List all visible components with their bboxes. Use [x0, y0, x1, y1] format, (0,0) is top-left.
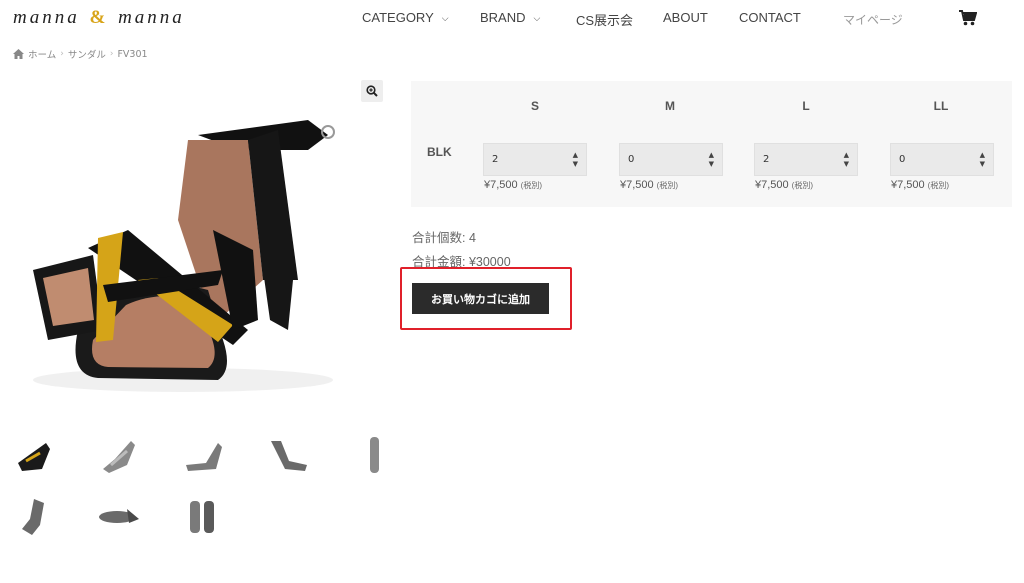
size-header-ll: LL [933, 99, 949, 113]
price-value: ¥7,500 [891, 179, 925, 191]
breadcrumb-current: FV301 [117, 48, 148, 60]
nav-contact[interactable]: CONTACT [739, 10, 801, 25]
price-value: ¥7,500 [484, 179, 518, 191]
quantity-stepper-m[interactable]: 0 ▲ ▼ [619, 143, 723, 176]
quantity-value: 0 [628, 154, 635, 165]
tax-note: (税別) [791, 181, 813, 190]
nav-brand[interactable]: BRAND ⌵ [480, 10, 540, 25]
product-thumbnail[interactable] [12, 433, 56, 477]
nav-category[interactable]: CATEGORY ⌵ [362, 10, 449, 25]
quantity-value: 2 [763, 154, 770, 165]
breadcrumb-separator: › [60, 49, 64, 59]
spinner-arrows-icon[interactable]: ▲ ▼ [573, 151, 578, 169]
price-ll: ¥7,500 (税別) [891, 179, 949, 191]
product-thumbnail[interactable] [182, 433, 226, 477]
tax-note: (税別) [927, 181, 949, 190]
product-thumbnail[interactable] [182, 495, 226, 539]
product-thumbnail[interactable] [97, 433, 141, 477]
breadcrumb-home[interactable]: ホーム [28, 47, 56, 61]
price-value: ¥7,500 [755, 179, 789, 191]
quantity-value: 2 [492, 154, 499, 165]
chevron-down-icon: ⌵ [533, 13, 541, 23]
chevron-down-icon: ⌵ [441, 13, 449, 23]
nav-about[interactable]: ABOUT [663, 10, 708, 25]
size-header-m: M [665, 99, 675, 113]
cart-icon[interactable] [959, 10, 978, 26]
product-main-image[interactable] [8, 80, 380, 420]
price-s: ¥7,500 (税別) [484, 179, 542, 191]
product-thumbnail[interactable] [352, 433, 396, 477]
main-nav: CATEGORY ⌵ BRAND ⌵ CS展示会 ABOUT CONTACT マイペ… [0, 10, 1024, 28]
product-thumbnail[interactable] [97, 495, 141, 539]
quantity-value: 0 [899, 154, 906, 165]
nav-exhibition[interactable]: CS展示会 [576, 10, 633, 29]
zoom-button[interactable] [361, 80, 383, 102]
spinner-arrows-icon[interactable]: ▲ ▼ [844, 151, 849, 169]
nav-mypage[interactable]: マイページ [843, 11, 903, 28]
total-count: 合計個数: 4 [412, 231, 476, 245]
nav-contact-label: CONTACT [739, 10, 801, 25]
breadcrumb-category[interactable]: サンダル [68, 47, 106, 61]
quantity-stepper-ll[interactable]: 0 ▲ ▼ [890, 143, 994, 176]
breadcrumb: ホーム › サンダル › FV301 [13, 47, 148, 61]
nav-category-label: CATEGORY [362, 10, 434, 25]
quantity-stepper-s[interactable]: 2 ▲ ▼ [483, 143, 587, 176]
quantity-stepper-l[interactable]: 2 ▲ ▼ [754, 143, 858, 176]
nav-brand-label: BRAND [480, 10, 526, 25]
nav-about-label: ABOUT [663, 10, 708, 25]
zoom-icon [366, 85, 378, 97]
price-m: ¥7,500 (税別) [620, 179, 678, 191]
spinner-arrows-icon[interactable]: ▲ ▼ [709, 151, 714, 169]
nav-exhibition-label: CS展示会 [576, 13, 634, 28]
variant-table: S M L LL BLK 2 ▲ ▼ 0 ▲ ▼ 2 ▲ ▼ 0 ▲ ▼ ¥7,500(… [411, 81, 1012, 207]
size-header-l: L [802, 99, 810, 113]
product-thumbnail[interactable] [267, 433, 311, 477]
price-l: ¥7,500 (税別) [755, 179, 813, 191]
size-header-s: S [530, 99, 539, 113]
add-to-cart-button[interactable]: お買い物カゴに追加 [412, 283, 549, 314]
spinner-arrows-icon[interactable]: ▲ ▼ [980, 151, 985, 169]
breadcrumb-separator: › [109, 49, 114, 59]
home-icon[interactable] [13, 49, 24, 59]
color-label: BLK [427, 145, 452, 159]
product-thumbnail[interactable] [12, 495, 56, 539]
price-value: ¥7,500 [620, 179, 654, 191]
tax-note: (税別) [656, 181, 678, 190]
tax-note: (税別) [520, 181, 542, 190]
